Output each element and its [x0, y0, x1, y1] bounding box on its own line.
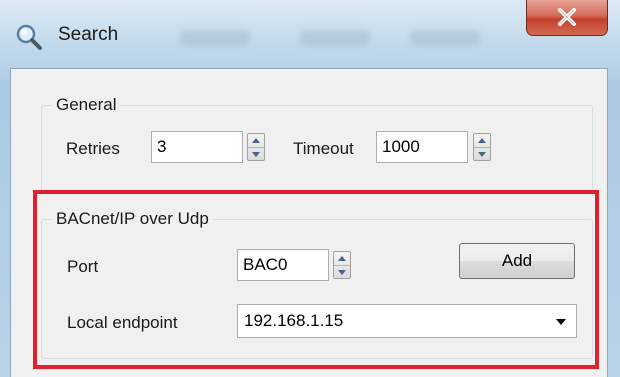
window-title: Search [58, 24, 119, 45]
timeout-up-icon[interactable] [474, 134, 490, 148]
chevron-down-icon[interactable] [556, 319, 566, 325]
port-up-icon[interactable] [334, 252, 350, 266]
local-endpoint-select[interactable]: 192.168.1.15 [237, 304, 577, 338]
search-dialog: Search General Retries 3 Timeout 1000 BA… [0, 0, 620, 377]
title-bar-blur [410, 30, 480, 46]
port-down-icon[interactable] [334, 266, 350, 279]
add-button[interactable]: Add [459, 243, 575, 279]
local-endpoint-label: Local endpoint [67, 313, 178, 332]
timeout-input[interactable]: 1000 [376, 131, 468, 163]
retries-label: Retries [66, 139, 120, 158]
close-icon [558, 8, 576, 26]
bacnet-group: BACnet/IP over Udp [41, 209, 593, 359]
bacnet-group-label: BACnet/IP over Udp [52, 209, 213, 229]
title-bar-blur [300, 30, 370, 46]
general-group-label: General [52, 95, 121, 115]
port-spinner[interactable] [333, 251, 351, 279]
port-label: Port [67, 257, 99, 276]
retries-spinner[interactable] [247, 133, 265, 161]
timeout-label: Timeout [293, 139, 354, 158]
retries-down-icon[interactable] [248, 148, 264, 161]
search-icon [16, 24, 42, 50]
retries-input[interactable]: 3 [151, 131, 243, 163]
port-input[interactable]: BAC0 [237, 249, 329, 281]
close-button[interactable] [526, 0, 608, 36]
retries-up-icon[interactable] [248, 134, 264, 148]
timeout-down-icon[interactable] [474, 148, 490, 161]
title-bar-blur [180, 30, 250, 46]
timeout-spinner[interactable] [473, 133, 491, 161]
local-endpoint-value: 192.168.1.15 [244, 311, 344, 330]
dialog-content: General Retries 3 Timeout 1000 BACnet/IP… [10, 68, 608, 377]
